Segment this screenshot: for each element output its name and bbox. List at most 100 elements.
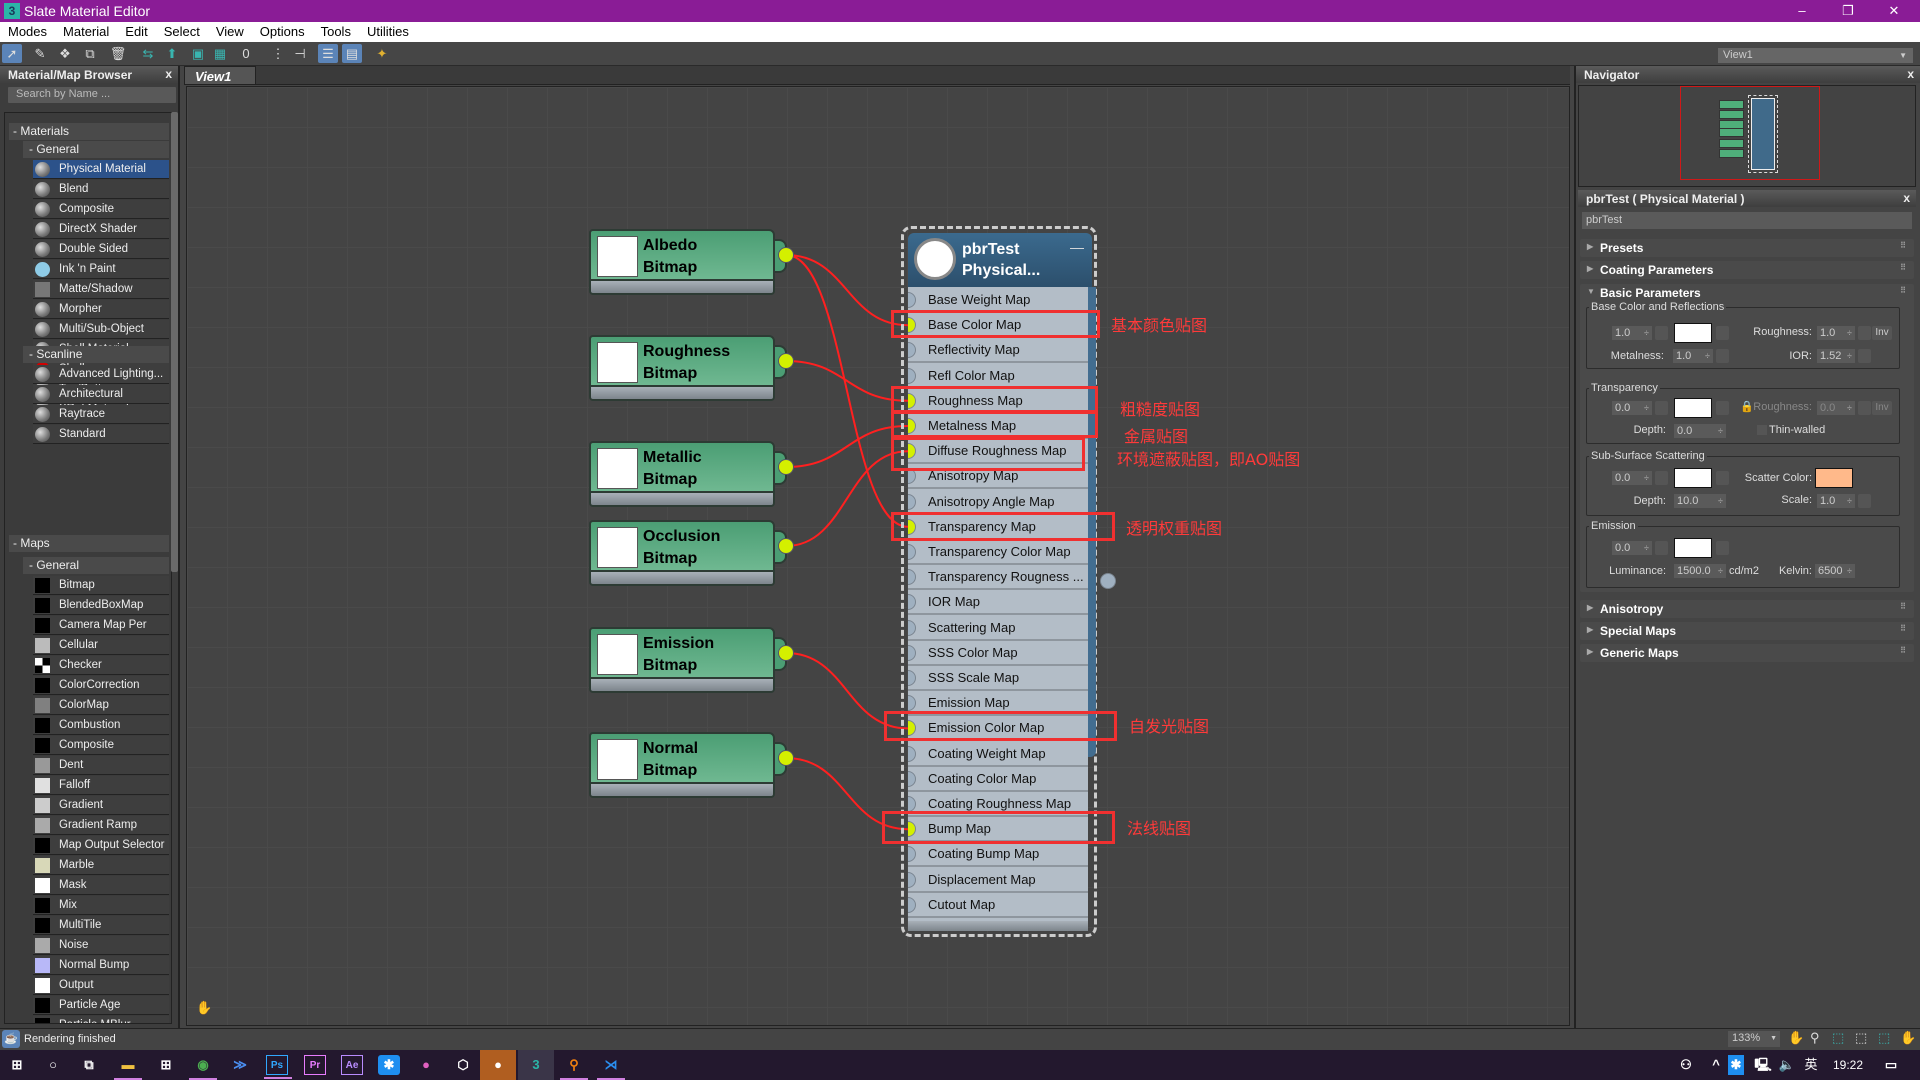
bitmap-node-albedo[interactable]: Albedo Bitmap [589,229,794,299]
menu-tools[interactable]: Tools [313,22,359,42]
slot-ior-map[interactable]: IOR Map [908,590,1088,616]
volume-icon[interactable]: 🔈 [1776,1055,1798,1075]
slot-anisotropy-angle-map[interactable]: Anisotropy Angle Map [908,490,1088,515]
input-socket[interactable] [908,745,916,762]
slot-transparency-rougness[interactable]: Transparency Rougness ... [908,565,1088,591]
thin-walled-checkbox[interactable] [1757,425,1767,435]
search-app-icon[interactable]: ⚲ [560,1055,588,1080]
select-by-material-icon[interactable]: ✦ [372,44,392,63]
node-footer[interactable] [908,921,1088,931]
restore-button[interactable]: ❐ [1826,0,1870,22]
close-button[interactable]: ✕ [1872,0,1916,22]
list-item-mix[interactable]: Mix [33,896,169,915]
menu-options[interactable]: Options [252,22,313,42]
list-item-matte-shadow[interactable]: Matte/Shadow [33,280,169,299]
zoom-region-icon[interactable]: ⬚ [1832,1030,1844,1046]
sss-weight-map-button[interactable] [1655,471,1668,485]
subcategory-general[interactable]: - General [23,141,169,158]
assign-to-selection-icon[interactable]: ⧉ [80,44,100,63]
menu-select[interactable]: Select [156,22,208,42]
input-socket[interactable] [908,418,916,434]
base-color-swatch[interactable] [1674,323,1712,343]
base-color-map-button[interactable] [1716,326,1729,340]
minimize-button[interactable]: – [1780,0,1824,22]
node-body[interactable]: Normal Bitmap [589,732,775,784]
premiere-icon[interactable]: Pr [304,1055,326,1075]
transparency-depth-spinner[interactable]: 0.0 [1674,424,1726,438]
roughness-inv-toggle[interactable]: Inv [1872,326,1892,340]
ior-spinner[interactable]: 1.52 [1817,349,1855,363]
output-socket[interactable] [778,247,794,263]
roughness-spinner[interactable]: 1.0 [1817,326,1855,340]
category-materials[interactable]: - Materials [9,123,169,140]
slot-sss-scale-map[interactable]: SSS Scale Map [908,666,1088,691]
hide-unused-icon[interactable]: ⬆ [162,44,182,63]
notifications-icon[interactable]: ▭ [1880,1055,1902,1075]
network-icon[interactable]: 🖳 [1752,1055,1774,1075]
list-item-dent[interactable]: Dent [33,756,169,775]
list-item-directx-shader[interactable]: DirectX Shader [33,220,169,239]
zoom-extents-selected-icon[interactable]: ⬚ [1878,1030,1890,1046]
layout-children-icon[interactable]: ⊣ [290,44,310,63]
list-item-mask[interactable]: Mask [33,876,169,895]
input-socket[interactable] [908,317,916,334]
rollout-basic[interactable]: ▼ Basic Parameters ⠿ [1580,284,1914,302]
input-socket[interactable] [908,720,916,737]
pick-material-icon[interactable]: ✎ [30,44,50,63]
list-item-gradient[interactable]: Gradient [33,796,169,815]
input-socket[interactable] [908,846,916,863]
output-socket[interactable] [778,645,794,661]
menu-material[interactable]: Material [55,22,117,42]
sss-color-map-button[interactable] [1716,471,1729,485]
emission-color-map-button[interactable] [1716,541,1729,555]
slot-anisotropy-map[interactable]: Anisotropy Map [908,464,1088,490]
slot-base-color-map[interactable]: Base Color Map [908,313,1088,339]
bitmap-node-emission[interactable]: Emission Bitmap [589,627,794,697]
input-socket[interactable] [908,770,916,787]
bitmap-node-metallic[interactable]: Metallic Bitmap [589,441,794,511]
node-footer[interactable] [589,493,775,507]
clock[interactable]: 19:22 [1828,1055,1868,1075]
base-weight-map-button[interactable] [1655,326,1668,340]
input-socket[interactable] [908,544,916,560]
node-scroll-strip[interactable] [1088,287,1096,757]
transparency-roughness-map-button[interactable] [1858,401,1871,415]
search-input[interactable]: Search by Name ... [8,87,176,103]
select-tool-icon[interactable]: ➚ [2,44,22,63]
slot-metalness-map[interactable]: Metalness Map [908,414,1088,439]
bitmap-node-roughness[interactable]: Roughness Bitmap [589,335,794,405]
menu-utilities[interactable]: Utilities [359,22,417,42]
parameter-editor-toggle-icon[interactable]: ▤ [342,44,362,63]
put-to-scene-icon[interactable]: ❖ [55,44,75,63]
show-map-icon[interactable]: ▣ [188,44,208,63]
emission-color-swatch[interactable] [1674,538,1712,558]
teapot-icon[interactable]: ☕ [2,1030,20,1048]
node-footer[interactable] [589,387,775,401]
base-weight-spinner[interactable]: 1.0 [1612,326,1652,340]
list-item-camera-map-per-pixel[interactable]: Camera Map Per Pixel [33,616,169,649]
pan-hand-icon[interactable] [160,817,176,833]
metalness-map-button[interactable] [1716,349,1729,363]
rollout-generic-maps[interactable]: ▶ Generic Maps ⠿ [1580,644,1914,662]
list-item-physical-material[interactable]: Physical Material [33,160,169,179]
dingtalk-tray-icon[interactable]: ✱ [1728,1055,1744,1075]
node-body[interactable]: Occlusion Bitmap [589,520,775,572]
slot-base-weight-map[interactable]: Base Weight Map [908,288,1088,313]
transparency-roughness-spinner[interactable]: 0.0 [1817,401,1855,415]
material-id-icon[interactable]: 0 [236,44,256,63]
paint-icon[interactable]: ● [415,1055,437,1075]
3dsmax-taskbar-icon[interactable]: 3 [518,1050,554,1080]
sss-weight-spinner[interactable]: 0.0 [1612,471,1652,485]
subcategory-scanline[interactable]: - Scanline [23,346,169,363]
input-socket[interactable] [908,493,916,510]
list-item-architectural[interactable]: Architectural [33,385,169,404]
vscode-icon[interactable]: ⋊ [597,1055,625,1080]
rollout-special-maps[interactable]: ▶ Special Maps ⠿ [1580,622,1914,640]
input-socket[interactable] [908,569,916,586]
slot-coating-color-map[interactable]: Coating Color Map [908,767,1088,792]
list-item-combustion[interactable]: Combustion [33,716,169,735]
dingtalk-icon[interactable]: ✱ [378,1055,400,1075]
material-browser-toggle-icon[interactable]: ☰ [318,44,338,63]
emission-weight-spinner[interactable]: 0.0 [1612,541,1652,555]
list-item-marble[interactable]: Marble [33,856,169,875]
